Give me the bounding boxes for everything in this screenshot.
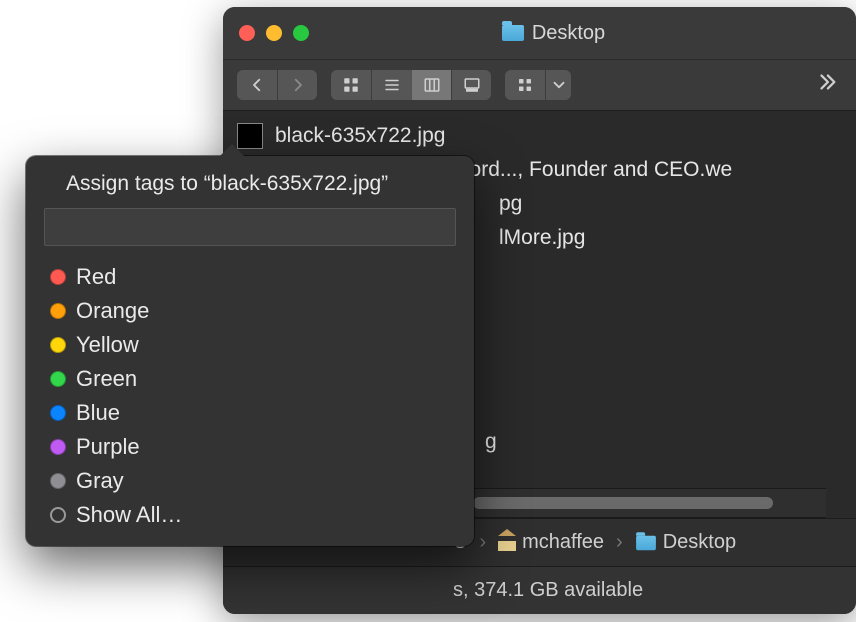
status-bar: s, 374.1 GB available xyxy=(223,566,856,614)
toolbar-overflow-button[interactable] xyxy=(812,67,842,103)
file-row[interactable]: black-635x722.jpg xyxy=(233,119,856,153)
chevron-left-icon xyxy=(248,76,266,94)
toolbar xyxy=(223,59,856,111)
view-gallery-button[interactable] xyxy=(451,70,491,100)
view-mode-buttons xyxy=(331,70,491,100)
tag-label: Blue xyxy=(76,400,120,426)
view-columns-button[interactable] xyxy=(411,70,451,100)
home-icon xyxy=(498,535,516,551)
tag-dot-icon xyxy=(50,473,66,489)
chevron-right-icon: › xyxy=(479,531,486,554)
status-text: s, 374.1 GB available xyxy=(453,579,643,602)
tag-label: Orange xyxy=(76,298,149,324)
path-segment-folder[interactable]: Desktop xyxy=(635,531,736,554)
tag-option-red[interactable]: Red xyxy=(50,260,456,294)
arrange-dropdown[interactable] xyxy=(545,70,571,100)
back-button[interactable] xyxy=(237,70,277,100)
tag-label: Red xyxy=(76,264,116,290)
columns-icon xyxy=(423,76,441,94)
path-segment-home[interactable]: mchaffee xyxy=(498,531,604,554)
chevron-down-icon xyxy=(550,76,568,94)
tag-dot-icon xyxy=(50,371,66,387)
tag-option-green[interactable]: Green xyxy=(50,362,456,396)
window-titlebar: Desktop xyxy=(223,7,856,59)
tag-dot-icon xyxy=(50,405,66,421)
tag-search-input[interactable] xyxy=(44,208,456,246)
tag-label: Purple xyxy=(76,434,140,460)
tag-option-gray[interactable]: Gray xyxy=(50,464,456,498)
list-icon xyxy=(383,76,401,94)
path-segment-label: Desktop xyxy=(663,531,736,554)
chevron-double-right-icon xyxy=(816,71,838,93)
tag-label: Yellow xyxy=(76,332,139,358)
tag-dot-icon xyxy=(50,439,66,455)
arrange-button[interactable] xyxy=(505,70,545,100)
nav-buttons xyxy=(237,70,317,100)
view-list-button[interactable] xyxy=(371,70,411,100)
tag-list: Red Orange Yellow Green Blue Purple Gray xyxy=(44,260,456,532)
folder-icon xyxy=(636,535,656,549)
tags-popover: Assign tags to “black-635x722.jpg” Red O… xyxy=(26,156,474,546)
file-name: black-635x722.jpg xyxy=(275,124,445,148)
tag-option-orange[interactable]: Orange xyxy=(50,294,456,328)
popover-title: Assign tags to “black-635x722.jpg” xyxy=(44,172,456,196)
tag-dot-outline-icon xyxy=(50,507,66,523)
tag-label: Gray xyxy=(76,468,124,494)
tag-dot-icon xyxy=(50,303,66,319)
window-title: Desktop xyxy=(267,22,840,45)
show-all-label: Show All… xyxy=(76,502,182,528)
tag-option-purple[interactable]: Purple xyxy=(50,430,456,464)
chevron-right-icon xyxy=(289,76,307,94)
window-title-text: Desktop xyxy=(532,22,605,45)
tag-label: Green xyxy=(76,366,137,392)
tag-option-blue[interactable]: Blue xyxy=(50,396,456,430)
tag-option-show-all[interactable]: Show All… xyxy=(50,498,456,532)
forward-button[interactable] xyxy=(277,70,317,100)
grid-icon xyxy=(342,76,360,94)
scrollbar-thumb[interactable] xyxy=(473,497,773,509)
tag-option-yellow[interactable]: Yellow xyxy=(50,328,456,362)
chevron-right-icon: › xyxy=(616,531,623,554)
folder-icon xyxy=(502,25,524,41)
view-icons-button[interactable] xyxy=(331,70,371,100)
close-button[interactable] xyxy=(239,25,255,41)
grid-small-icon xyxy=(516,76,534,94)
arrange-menu[interactable] xyxy=(505,70,571,100)
tag-dot-icon xyxy=(50,269,66,285)
gallery-icon xyxy=(463,76,481,94)
tag-dot-icon xyxy=(50,337,66,353)
path-segment-label: mchaffee xyxy=(522,531,604,554)
